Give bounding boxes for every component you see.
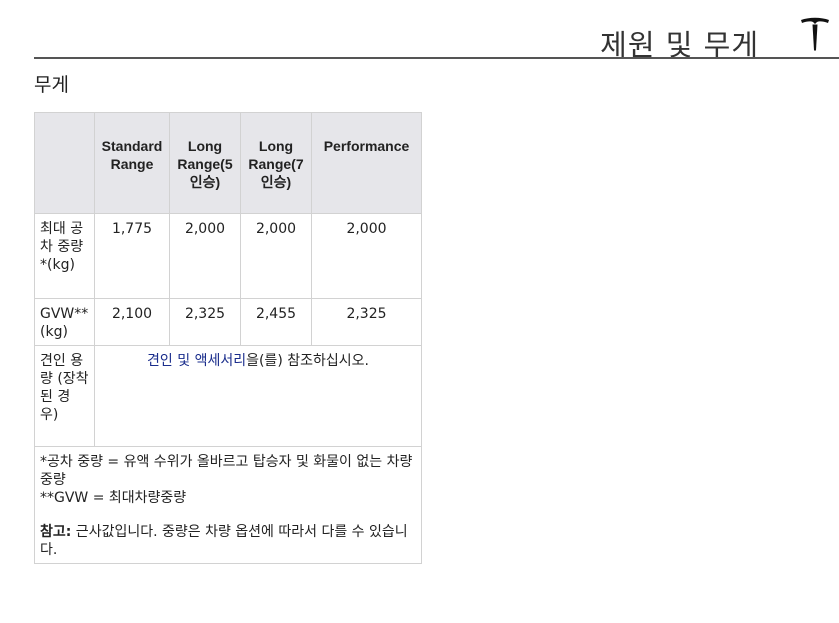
table-row: GVW** (kg) 2,100 2,325 2,455 2,325	[34, 298, 422, 346]
approximation-note: 참고: 근사값입니다. 중량은 차량 옵션에 따라서 다를 수 있습니다.	[40, 523, 416, 559]
note-text: 근사값입니다. 중량은 차량 옵션에 따라서 다를 수 있습니다.	[40, 524, 408, 558]
weights-table: Standard Range Long Range(5 인승) Long Ran…	[34, 112, 422, 564]
header-divider	[34, 57, 839, 59]
column-header: Long Range(7 인승)	[240, 112, 312, 214]
section-title: 무게	[34, 74, 69, 96]
column-header: Performance	[311, 112, 422, 214]
cell-value: 2,000	[169, 213, 241, 299]
cell-value: 2,000	[311, 213, 422, 299]
towing-accessories-link[interactable]: 견인 및 액세서리	[147, 353, 246, 369]
cell-value: 2,325	[169, 298, 241, 346]
table-row: 견인 용량 (장착 된 경 우) 견인 및 액세서리을(를) 참조하십시오.	[34, 345, 422, 447]
towing-capacity-cell: 견인 및 액세서리을(를) 참조하십시오.	[94, 345, 422, 447]
tesla-logo-icon	[801, 17, 829, 51]
cell-value: 2,000	[240, 213, 312, 299]
gvw-note: **GVW = 최대차량중량	[40, 490, 187, 506]
row-label: 견인 용량 (장착 된 경 우)	[34, 345, 95, 447]
cell-value: 1,775	[94, 213, 170, 299]
cell-value: 2,325	[311, 298, 422, 346]
column-header: Standard Range	[94, 112, 170, 214]
curb-weight-note: *공차 중량 = 유액 수위가 올바르고 탑승자 및 화물이 없는 차량 중량	[40, 454, 413, 488]
row-label: 최대 공차 중량 *(kg)	[34, 213, 95, 299]
towing-suffix: 을(를) 참조하십시오.	[246, 353, 369, 369]
header-cell-empty	[34, 112, 95, 214]
row-label: GVW** (kg)	[34, 298, 95, 346]
table-row: 최대 공차 중량 *(kg) 1,775 2,000 2,000 2,000	[34, 213, 422, 299]
column-header: Long Range(5 인승)	[169, 112, 241, 214]
table-header-row: Standard Range Long Range(5 인승) Long Ran…	[34, 112, 422, 214]
notes-row: *공차 중량 = 유액 수위가 올바르고 탑승자 및 화물이 없는 차량 중량 …	[34, 446, 422, 564]
note-label: 참고:	[40, 524, 72, 540]
notes-cell: *공차 중량 = 유액 수위가 올바르고 탑승자 및 화물이 없는 차량 중량 …	[34, 446, 422, 564]
cell-value: 2,100	[94, 298, 170, 346]
cell-value: 2,455	[240, 298, 312, 346]
